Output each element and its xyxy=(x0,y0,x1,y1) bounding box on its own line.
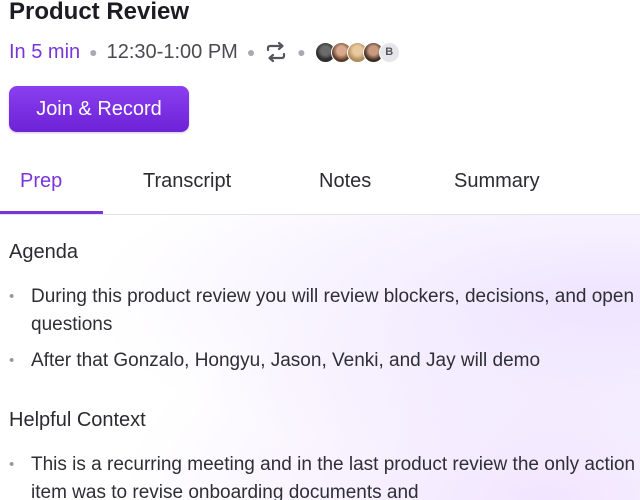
bullet-dot: • xyxy=(9,456,15,473)
tab-prep[interactable]: Prep xyxy=(20,170,62,193)
starts-in-label: In 5 min xyxy=(9,40,81,63)
tab-notes[interactable]: Notes xyxy=(319,170,371,193)
separator-dot: ● xyxy=(246,44,256,60)
tab-bar: Prep Transcript Notes Summary xyxy=(0,150,640,215)
active-tab-indicator xyxy=(0,211,103,214)
attendee-avatars[interactable]: B xyxy=(314,41,400,63)
bullet-dot: • xyxy=(9,352,15,369)
separator-dot: ● xyxy=(297,44,306,60)
tab-transcript[interactable]: Transcript xyxy=(143,170,231,193)
prep-panel: Agenda • During this product review you … xyxy=(0,215,640,500)
meeting-detail-view: Product Review In 5 min ● 12:30-1:00 PM … xyxy=(0,0,640,500)
separator-dot: ● xyxy=(89,44,98,60)
meeting-meta-row: In 5 min ● 12:30-1:00 PM ● ● B xyxy=(9,37,400,67)
list-item: • This is a recurring meeting and in the… xyxy=(9,451,639,500)
agenda-item-text: During this product review you will revi… xyxy=(31,286,635,335)
list-item: • During this product review you will re… xyxy=(9,283,639,339)
meeting-title: Product Review xyxy=(9,0,190,25)
time-range: 12:30-1:00 PM xyxy=(106,40,238,63)
tab-summary[interactable]: Summary xyxy=(454,170,540,193)
agenda-heading: Agenda xyxy=(9,241,78,263)
context-item-text: This is a recurring meeting and in the l… xyxy=(31,454,636,500)
avatar-initial: B xyxy=(378,41,400,63)
context-heading: Helpful Context xyxy=(9,409,146,431)
join-record-button[interactable]: Join & Record xyxy=(9,86,189,132)
repeat-icon xyxy=(264,41,288,63)
list-item: • After that Gonzalo, Hongyu, Jason, Ven… xyxy=(9,347,639,375)
agenda-item-text: After that Gonzalo, Hongyu, Jason, Venki… xyxy=(31,350,541,371)
bullet-dot: • xyxy=(9,288,15,305)
